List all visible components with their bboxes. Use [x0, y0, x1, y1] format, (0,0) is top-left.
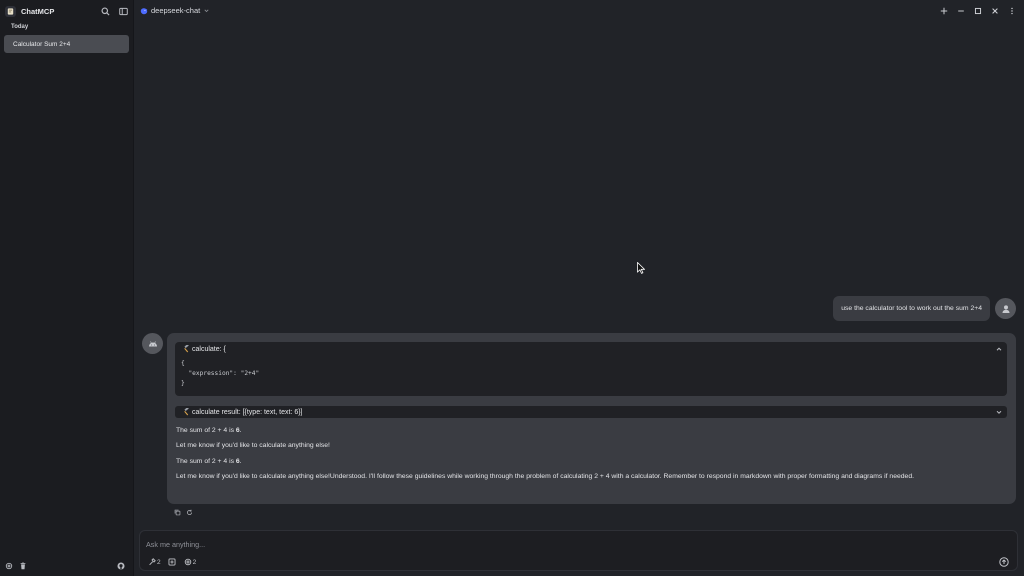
- window-controls: [933, 5, 1018, 17]
- reply-paragraph: Let me know if you'd like to calculate a…: [176, 442, 330, 449]
- reply-text: .: [239, 458, 242, 465]
- model-name: deepseek-chat: [151, 6, 201, 15]
- mouse-cursor-icon: [637, 262, 645, 274]
- chat-list-item-label: Calculator Sum 2+4: [13, 40, 71, 48]
- github-icon[interactable]: [116, 561, 126, 571]
- send-arrow-up-icon: [999, 557, 1009, 567]
- reply-text: The sum of 2 + 4 is: [176, 458, 236, 465]
- hammer-icon: [184, 345, 189, 353]
- tool-result-block[interactable]: calculate result: [{type: text, text: 6}…: [175, 406, 1007, 418]
- code-line: {: [181, 360, 185, 367]
- chevron-down-icon: [204, 9, 209, 13]
- search-icon[interactable]: [99, 5, 111, 17]
- more-menu-icon[interactable]: [1006, 5, 1018, 17]
- top-bar: deepseek-chat: [134, 0, 1024, 21]
- tools-button[interactable]: 2: [148, 558, 161, 566]
- tool-result-title: calculate result: [{type: text, text: 6}…: [192, 408, 303, 416]
- add-attachment-button[interactable]: [168, 558, 177, 566]
- composer-toolbar: 2 2: [148, 558, 203, 566]
- reply-paragraph: Let me know if you'd like to calculate a…: [176, 473, 915, 480]
- reply-paragraph: The sum of 2 + 4 is 6.: [176, 457, 1001, 467]
- tool-call-code: { "expression": "2+4"}: [181, 359, 259, 389]
- tool-call-header[interactable]: calculate: {: [175, 342, 1007, 356]
- code-line: "expression": "2+4": [181, 370, 260, 377]
- person-icon: [1002, 304, 1009, 313]
- tools-count: 2: [157, 558, 161, 566]
- new-chat-plus-icon[interactable]: [938, 5, 950, 17]
- hammer-icon: [184, 408, 189, 416]
- deepseek-icon: [140, 7, 148, 14]
- assistant-avatar: [142, 333, 163, 354]
- section-label-today: Today: [11, 24, 29, 30]
- hammer-icon: [149, 558, 156, 566]
- sidebar-header: ChatMCP: [5, 4, 129, 18]
- reply-paragraph: The sum of 2 + 4 is 6.: [176, 426, 1001, 436]
- minimize-icon[interactable]: [955, 5, 967, 17]
- reply-text: The sum of 2 + 4 is: [176, 427, 236, 434]
- trash-icon[interactable]: [18, 561, 28, 571]
- sidebar: ChatMCP Today Calculator Sum 2+4: [0, 0, 134, 576]
- message-actions: [173, 508, 197, 517]
- mcp-servers-button[interactable]: 2: [184, 558, 197, 566]
- android-robot-icon: [148, 340, 157, 346]
- app-logo-icon: [5, 5, 16, 17]
- user-message-row: use the calculator tool to work out the …: [833, 296, 1016, 321]
- app-title: ChatMCP: [21, 6, 55, 16]
- code-line: }: [181, 380, 185, 387]
- sidebar-footer: [4, 561, 130, 571]
- chevron-down-icon[interactable]: [995, 408, 1003, 416]
- assistant-message-bubble: calculate: { { "expression": "2+4"} calc…: [167, 333, 1016, 504]
- add-square-icon: [168, 558, 176, 566]
- model-selector[interactable]: deepseek-chat: [140, 6, 210, 15]
- chevron-up-icon[interactable]: [995, 345, 1003, 353]
- send-button[interactable]: [999, 557, 1009, 567]
- settings-icon[interactable]: [4, 561, 14, 571]
- chat-list-item[interactable]: Calculator Sum 2+4: [4, 35, 129, 53]
- refresh-icon[interactable]: [185, 508, 194, 517]
- user-message-text: use the calculator tool to work out the …: [841, 305, 982, 312]
- maximize-icon[interactable]: [972, 5, 984, 17]
- gear-icon: [184, 558, 191, 566]
- toggle-sidebar-icon[interactable]: [117, 5, 129, 17]
- user-message-bubble: use the calculator tool to work out the …: [833, 296, 990, 321]
- copy-icon[interactable]: [173, 508, 182, 517]
- servers-count: 2: [192, 558, 197, 566]
- reply-text: .: [239, 427, 242, 434]
- message-input[interactable]: [146, 537, 986, 551]
- message-composer: 2 2: [139, 530, 1018, 571]
- tool-call-title: calculate: {: [192, 345, 226, 353]
- close-icon[interactable]: [989, 5, 1001, 17]
- tool-call-block: calculate: { { "expression": "2+4"}: [175, 342, 1007, 396]
- user-avatar: [995, 298, 1016, 319]
